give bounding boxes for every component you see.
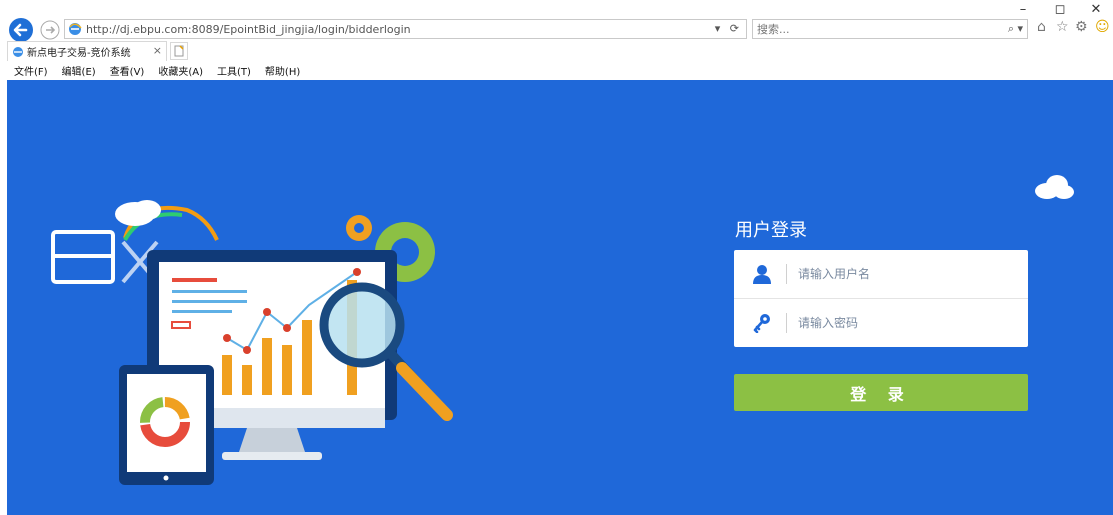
login-page: 用户登录 登 录 [7, 80, 1113, 515]
password-divider [786, 313, 787, 333]
gear-orange-icon [346, 215, 372, 241]
home-icon[interactable]: ⌂ [1037, 19, 1046, 35]
back-button[interactable] [8, 17, 34, 43]
username-divider [786, 264, 787, 284]
favorites-star-icon[interactable]: ☆ [1056, 19, 1069, 35]
menu-item-edit[interactable]: 编辑(E) [62, 63, 96, 78]
address-bar[interactable]: http://dj.ebpu.com:8089/EpointBid_jingji… [64, 19, 747, 39]
refresh-icon[interactable]: ▾ ⟳ [715, 22, 742, 35]
analytics-illustration [51, 200, 453, 485]
menu-item-favorites[interactable]: 收藏夹(A) [158, 63, 203, 78]
username-row [734, 250, 1028, 299]
close-window-button[interactable]: ✕ [1081, 0, 1111, 18]
menu-item-help[interactable]: 帮助(H) [265, 63, 300, 78]
login-title: 用户登录 [735, 220, 807, 241]
tab-active[interactable]: 新点电子交易-竞价系统 × [7, 41, 167, 61]
password-input[interactable] [798, 313, 1008, 333]
username-input[interactable] [798, 264, 1008, 284]
menu-item-file[interactable]: 文件(F) [14, 63, 48, 78]
key-icon [753, 314, 770, 333]
tab-close-icon[interactable]: × [153, 44, 162, 57]
cloud-icon [1035, 175, 1074, 199]
smiley-icon[interactable]: ☺ [1095, 19, 1110, 35]
forward-button[interactable] [40, 20, 60, 40]
menu-item-view[interactable]: 查看(V) [110, 63, 145, 78]
new-tab-icon [174, 45, 184, 57]
menu-bar: 文件(F) 编辑(E) 查看(V) 收藏夹(A) 工具(T) 帮助(H) [0, 62, 1113, 79]
minimize-button[interactable]: – [1008, 0, 1038, 18]
forward-arrow-icon [40, 20, 60, 40]
gear-icon[interactable]: ⚙ [1075, 19, 1088, 35]
tab-title: 新点电子交易-竞价系统 [27, 48, 131, 59]
browser-search-input[interactable] [757, 22, 977, 36]
url-text: http://dj.ebpu.com:8089/EpointBid_jingji… [86, 22, 411, 36]
new-tab-button[interactable] [170, 42, 188, 60]
login-form [734, 250, 1028, 347]
user-icon [753, 265, 771, 284]
ie-page-icon [69, 23, 82, 35]
restore-button[interactable]: ◻ [1045, 0, 1075, 18]
password-row [734, 299, 1028, 347]
search-icon[interactable]: ⌕ ▾ [1008, 22, 1023, 36]
login-button[interactable]: 登 录 [734, 374, 1028, 411]
back-arrow-icon [9, 18, 33, 42]
browser-search-box[interactable]: ⌕ ▾ [752, 19, 1028, 39]
tablet-icon [119, 365, 214, 485]
menu-item-tools[interactable]: 工具(T) [217, 63, 251, 78]
ie-tab-icon [13, 46, 23, 57]
